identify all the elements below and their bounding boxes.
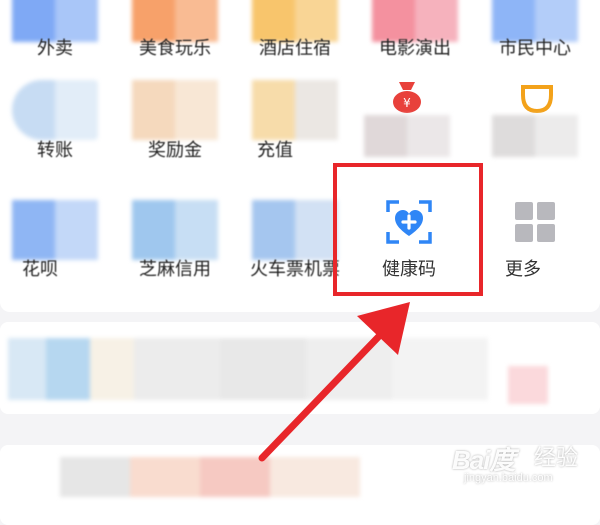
health-code-highlight-box bbox=[333, 163, 483, 296]
grid-item-movies[interactable]: 电影演出 bbox=[360, 0, 470, 60]
grid-item-food-fun[interactable]: 美食玩乐 bbox=[120, 0, 230, 60]
grid-item-hotel[interactable]: 酒店住宿 bbox=[240, 0, 350, 60]
grid-label-sesame-credit: 芝麻信用 bbox=[139, 259, 211, 280]
grid-label-hotel: 酒店住宿 bbox=[259, 38, 331, 59]
reward-icon bbox=[132, 80, 218, 140]
sesame-credit-icon bbox=[132, 200, 218, 260]
money-bag-icon: ¥ bbox=[393, 82, 421, 113]
grid-label-reward: 奖励金 bbox=[148, 140, 202, 161]
blurred-content-card bbox=[0, 322, 600, 414]
takeout-icon bbox=[12, 0, 98, 42]
movie-icon bbox=[372, 0, 458, 42]
transfer-icon bbox=[12, 80, 98, 140]
grid-label-food-fun: 美食玩乐 bbox=[139, 38, 211, 59]
grid-label-recharge: 充值 bbox=[257, 140, 293, 161]
grid-item-sesame-credit[interactable]: 芝麻信用 bbox=[120, 195, 230, 290]
train-flight-icon bbox=[252, 200, 338, 260]
grid-label-citizen-center: 市民中心 bbox=[499, 38, 571, 59]
grid-label-takeout: 外卖 bbox=[37, 38, 73, 59]
cup-blur-area bbox=[492, 115, 578, 157]
grid-item-transfer[interactable]: 转账 bbox=[0, 75, 110, 175]
hotel-icon bbox=[252, 0, 338, 42]
baidu-jingyan-watermark: Bai度 经验 jingyan.baidu.com bbox=[452, 436, 592, 492]
watermark-url: jingyan.baidu.com bbox=[464, 472, 553, 484]
money-bag-blur-area bbox=[364, 115, 450, 157]
app-grid-card: 外卖 美食玩乐 酒店住宿 电影演出 市民中心 转账 奖励金 充值 ¥ 花呗 芝麻… bbox=[0, 0, 600, 312]
cup-icon bbox=[521, 85, 553, 114]
food-fun-icon bbox=[132, 0, 218, 42]
grid-label-transfer: 转账 bbox=[37, 140, 73, 161]
grid-item-more[interactable]: 更多 bbox=[480, 195, 590, 290]
grid-item-citizen-center[interactable]: 市民中心 bbox=[480, 0, 590, 60]
grid-item-takeout[interactable]: 外卖 bbox=[0, 0, 110, 60]
blurred-banner bbox=[8, 338, 488, 400]
grid-item-money-bag[interactable]: ¥ bbox=[352, 75, 462, 175]
citizen-center-icon bbox=[492, 0, 578, 42]
svg-text:¥: ¥ bbox=[403, 96, 411, 110]
grid-label-more: 更多 bbox=[505, 259, 541, 280]
more-grid-icon bbox=[515, 202, 555, 242]
blurred-bottom-strip bbox=[60, 457, 360, 497]
grid-item-huabei[interactable]: 花呗 bbox=[0, 195, 110, 290]
huabei-icon bbox=[12, 200, 98, 260]
grid-label-movies: 电影演出 bbox=[379, 38, 451, 59]
blurred-thumbnail bbox=[508, 366, 548, 404]
recharge-icon bbox=[252, 80, 338, 140]
grid-item-reward[interactable]: 奖励金 bbox=[120, 75, 230, 175]
watermark-cn: 经验 bbox=[534, 445, 579, 470]
grid-item-cup[interactable] bbox=[480, 75, 590, 175]
grid-item-recharge[interactable]: 充值 bbox=[240, 75, 350, 175]
grid-label-huabei: 花呗 bbox=[22, 259, 58, 280]
